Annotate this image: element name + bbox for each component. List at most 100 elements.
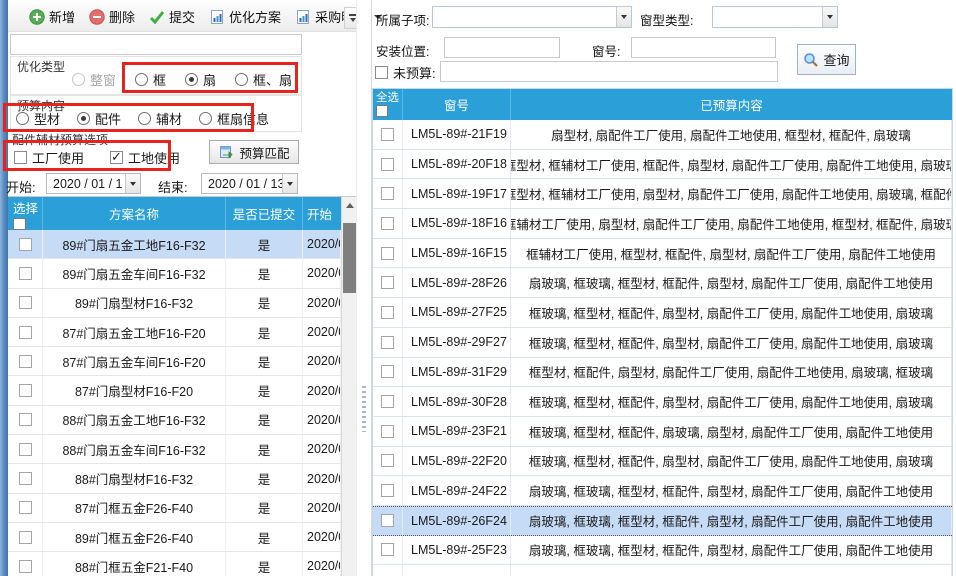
window-no-input[interactable] (631, 37, 776, 58)
install-pos-input[interactable] (444, 37, 560, 58)
budget-content-radio[interactable]: 辅材 (138, 109, 182, 128)
usage-checkbox[interactable]: 工地使用 (110, 148, 180, 167)
plan-row[interactable]: 89#门框五金F26-F40 是 2020/0 (8, 523, 341, 552)
date-start-picker[interactable]: 2020 / 01 / 1 (46, 173, 141, 194)
row-checkbox[interactable] (381, 306, 394, 319)
row-checkbox[interactable] (381, 395, 394, 408)
window-row[interactable]: LM5L-89#-22F20 框玻璃, 框型材, 框配件, 扇型材, 扇配件工厂… (373, 447, 952, 477)
sub-item-dropdown-button[interactable] (616, 7, 631, 27)
row-checkbox[interactable] (19, 472, 32, 485)
query-button[interactable]: 查询 (797, 44, 856, 75)
date-start-dropdown-button[interactable] (125, 174, 140, 193)
optimize-type-radio[interactable]: 框 (135, 70, 166, 89)
plan-submitted-header[interactable]: 是否已提交 (226, 197, 303, 230)
plan-row[interactable]: 89#门扇五金工地F16-F32 是 2020/0 (8, 230, 341, 259)
window-type-dropdown-button[interactable] (822, 7, 837, 27)
window-row[interactable]: LM5L-89#-18F16 框辅材工厂使用, 扇型材, 扇配件工厂使用, 扇配… (373, 209, 952, 239)
plan-submitted-cell: 是 (226, 318, 303, 346)
window-row[interactable]: LM5L-89#-20F18 框型材, 框辅材工厂使用, 框配件, 扇型材, 扇… (373, 150, 952, 180)
budget-content-radio[interactable]: 配件 (77, 109, 121, 128)
scrollbar-thumb[interactable] (343, 223, 356, 293)
row-checkbox[interactable] (381, 187, 394, 200)
budget-content-radio[interactable]: 框扇信息 (199, 109, 269, 128)
window-type-combobox[interactable] (712, 6, 838, 28)
optimize-plan-button[interactable]: 优化方案 (202, 3, 288, 30)
window-row[interactable]: LM5L-89#-16F15 框辅材工厂使用, 框型材, 框配件, 扇型材, 扇… (373, 239, 952, 269)
window-row[interactable]: LM5L-89#-29F27 框玻璃, 框型材, 框配件, 扇型材, 扇配件工厂… (373, 328, 952, 358)
row-checkbox[interactable] (381, 365, 394, 378)
row-checkbox[interactable] (381, 276, 394, 289)
usage-checkbox[interactable]: 工厂使用 (14, 148, 84, 167)
add-button[interactable]: 新增 (22, 3, 82, 30)
row-checkbox[interactable] (19, 531, 32, 544)
row-checkbox[interactable] (381, 543, 394, 556)
select-all-checkbox[interactable] (376, 105, 388, 117)
date-end-picker[interactable]: 2020 / 01 / 13 (201, 173, 298, 194)
budget-content-header[interactable]: 已预算内容 (511, 89, 952, 120)
plan-row[interactable]: 87#门扇五金工地F16-F20 是 2020/0 (8, 318, 341, 347)
window-row[interactable]: LM5L-89#-25F23 扇玻璃, 框玻璃, 框型材, 框配件, 扇型材, … (373, 536, 952, 566)
window-budget-table: 全选 窗号 已预算内容 LM5L-89#-21F19 扇型材, 扇配件工厂使用,… (372, 88, 953, 576)
plan-row[interactable]: 87#门扇型材F16-F20 是 2020/0 (8, 376, 341, 405)
delete-button[interactable]: 删除 (82, 3, 142, 30)
sub-item-combobox[interactable] (432, 6, 632, 28)
row-checkbox[interactable] (19, 355, 32, 368)
optimize-type-radio[interactable]: 框、扇 (235, 70, 292, 89)
plan-row[interactable]: 88#门扇型材F16-F32 是 2020/0 (8, 464, 341, 493)
no-budget-input[interactable] (440, 61, 778, 82)
row-checkbox[interactable] (19, 443, 32, 456)
row-checkbox[interactable] (381, 484, 394, 497)
row-checkbox[interactable] (19, 560, 32, 573)
row-checkbox[interactable] (19, 296, 32, 309)
optimize-type-radio[interactable]: 整窗 (72, 70, 116, 89)
no-budget-checkbox[interactable]: 未预算: (375, 63, 436, 82)
row-checkbox[interactable] (19, 267, 32, 280)
window-row[interactable]: LM5L-89#-26F24 扇玻璃, 框玻璃, 框型材, 框配件, 扇型材, … (373, 506, 952, 536)
plan-start-header[interactable]: 开始 (303, 197, 341, 230)
window-row[interactable]: LM5L-89#-23F21 框玻璃, 框型材, 框配件, 扇玻璃, 扇型材, … (373, 417, 952, 447)
plan-name-input[interactable] (10, 34, 302, 55)
window-row[interactable]: LM5L-89#-31F29 框型材, 框配件, 扇型材, 扇配件工厂使用, 扇… (373, 358, 952, 388)
row-checkbox[interactable] (19, 238, 32, 251)
row-checkbox[interactable] (19, 326, 32, 339)
row-checkbox[interactable] (19, 413, 32, 426)
row-checkbox[interactable] (19, 384, 32, 397)
submit-button[interactable]: 提交 (142, 3, 202, 30)
plan-select-header: 选择 (8, 197, 43, 230)
plan-row[interactable]: 88#门扇五金工地F16-F32 是 2020/0 (8, 406, 341, 435)
panel-splitter[interactable] (356, 0, 372, 576)
plan-row[interactable]: 88#门扇五金车间F16-F32 是 2020/0 (8, 435, 341, 464)
row-checkbox[interactable] (381, 158, 394, 171)
window-no-cell: LM5L-89#-20F18 (403, 150, 511, 179)
select-all-checkbox[interactable] (13, 218, 26, 230)
row-checkbox[interactable] (381, 336, 394, 349)
window-row[interactable]: LM5L-89#-21F19 扇型材, 扇配件工厂使用, 扇配件工地使用, 框型… (373, 120, 952, 150)
date-end-dropdown-button[interactable] (282, 174, 297, 193)
window-row[interactable]: LM5L-89#-19F17 框型材, 框辅材工厂使用, 扇型材, 扇配件工厂使… (373, 179, 952, 209)
plan-row[interactable]: 88#门框五金F21-F40 是 2020/0 (8, 552, 341, 576)
scroll-up-button[interactable] (342, 197, 356, 214)
window-row[interactable]: LM5L-89#-28F26 扇玻璃, 框玻璃, 框型材, 框配件, 扇型材, … (373, 268, 952, 298)
budget-content-radio[interactable]: 型材 (16, 109, 60, 128)
purchase-detail-button[interactable]: 采购明细 (288, 3, 389, 30)
row-checkbox[interactable] (381, 128, 394, 141)
plan-row[interactable]: 89#门扇型材F16-F32 是 2020/0 (8, 289, 341, 318)
row-checkbox[interactable] (381, 217, 394, 230)
row-checkbox[interactable] (381, 425, 394, 438)
budget-match-button[interactable]: 预算匹配 (209, 140, 299, 164)
row-checkbox[interactable] (381, 247, 394, 260)
window-row-select-cell (373, 239, 403, 268)
row-checkbox[interactable] (381, 514, 394, 527)
row-checkbox[interactable] (19, 501, 32, 514)
plan-row[interactable]: 87#门扇五金车间F16-F20 是 2020/0 (8, 347, 341, 376)
window-row[interactable]: LM5L-89#-27F25 框玻璃, 框型材, 框配件, 扇型材, 扇配件工厂… (373, 298, 952, 328)
window-no-header[interactable]: 窗号 (403, 89, 511, 120)
row-checkbox[interactable] (381, 454, 394, 467)
plan-row[interactable]: 89#门扇五金车间F16-F32 是 2020/0 (8, 259, 341, 288)
plan-name-header[interactable]: 方案名称 (43, 197, 226, 230)
plan-table-scrollbar[interactable] (341, 197, 356, 576)
optimize-type-radio[interactable]: 扇 (185, 70, 216, 89)
window-row[interactable]: LM5L-89#-24F22 扇玻璃, 框玻璃, 框型材, 框配件, 扇型材, … (373, 476, 952, 506)
window-row[interactable]: LM5L-89#-30F28 框玻璃, 框型材, 框配件, 扇型材, 扇配件工厂… (373, 387, 952, 417)
plan-row[interactable]: 87#门框五金F26-F40 是 2020/0 (8, 494, 341, 523)
